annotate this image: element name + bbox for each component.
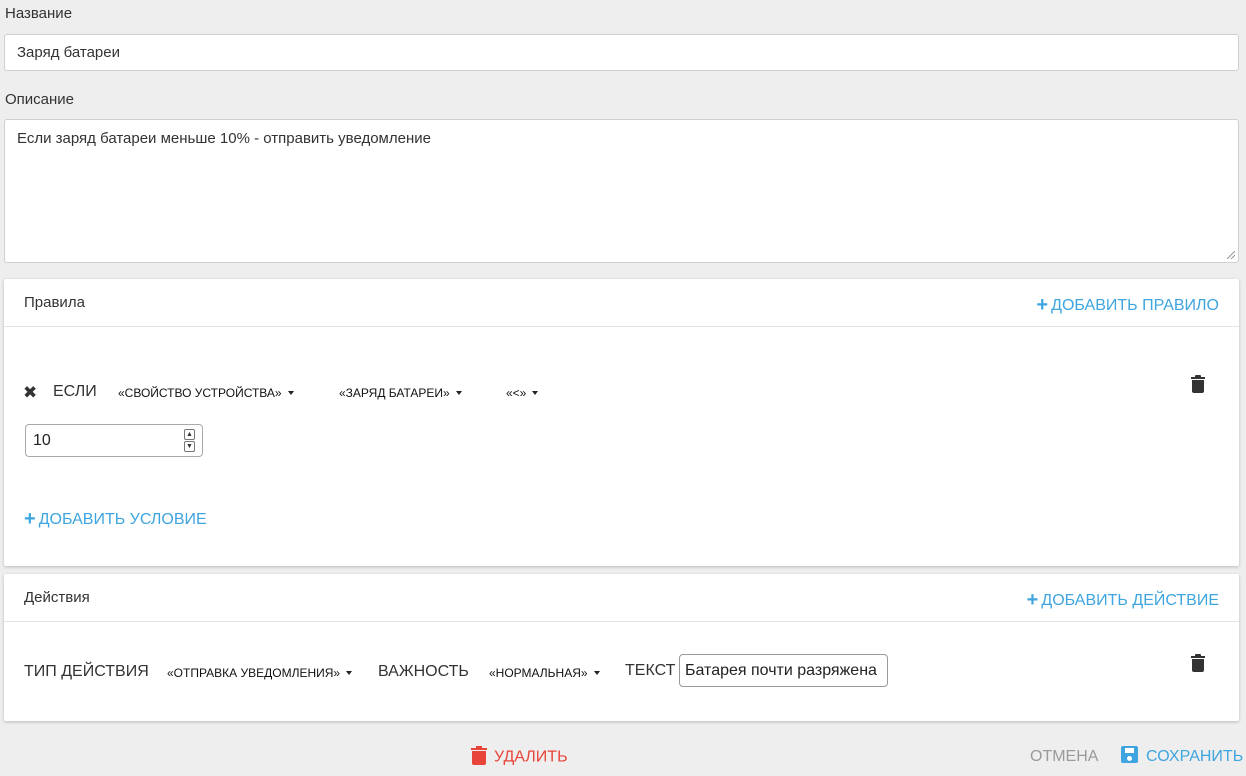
trash-icon [471,746,487,765]
add-action-label: ДОБАВИТЬ ДЕЙСТВИЕ [1041,592,1219,609]
description-textarea[interactable]: Если заряд батареи меньше 10% - отправит… [4,119,1239,263]
plus-icon: + [1036,294,1049,316]
condition-source-value: «СВОЙСТВО УСТРОЙСТВА» [118,386,282,400]
importance-label: ВАЖНОСТЬ [378,663,469,680]
condition-property-value: «ЗАРЯД БАТАРЕИ» [339,386,450,400]
condition-source-dropdown[interactable]: «СВОЙСТВО УСТРОЙСТВА» [118,386,294,400]
number-spinner[interactable]: ▲ ▼ [184,429,195,452]
save-button[interactable]: СОХРАНИТЬ [1121,746,1244,766]
notification-text-input[interactable]: Батарея почти разряжена [679,654,888,687]
condition-property-dropdown[interactable]: «ЗАРЯД БАТАРЕИ» [339,386,462,400]
resize-handle-icon[interactable] [1227,251,1235,259]
delete-action-trash-icon[interactable] [1191,654,1205,672]
rules-panel-header: Правила + ДОБАВИТЬ ПРАВИЛО [4,279,1239,327]
add-condition-label: ДОБАВИТЬ УСЛОВИЕ [38,511,207,528]
importance-dropdown[interactable]: «НОРМАЛЬНАЯ» [489,666,600,680]
add-action-button[interactable]: + ДОБАВИТЬ ДЕЙСТВИЕ [1027,588,1219,611]
if-label: ЕСЛИ [53,383,97,400]
importance-value: «НОРМАЛЬНАЯ» [489,666,588,680]
add-condition-button[interactable]: + ДОБАВИТЬ УСЛОВИЕ [24,507,207,530]
delete-label: УДАЛИТЬ [494,748,568,766]
remove-condition-close-icon[interactable]: ✖ [23,383,37,403]
actions-panel-header: Действия + ДОБАВИТЬ ДЕЙСТВИЕ [4,574,1239,622]
spin-down-icon[interactable]: ▼ [184,441,195,452]
caret-down-icon [287,390,294,395]
description-text: Если заряд батареи меньше 10% - отправит… [17,130,431,147]
cancel-button[interactable]: ОТМЕНА [1030,748,1098,766]
add-rule-label: ДОБАВИТЬ ПРАВИЛО [1051,297,1219,314]
caret-down-icon [532,390,539,395]
spin-up-icon[interactable]: ▲ [184,429,195,440]
delete-button[interactable]: УДАЛИТЬ [471,746,568,767]
text-label: ТЕКСТ [625,662,676,679]
actions-title: Действия [24,589,90,606]
description-label: Описание [5,91,75,108]
caret-down-icon [455,390,462,395]
plus-icon: + [24,508,36,530]
rules-panel: Правила + ДОБАВИТЬ ПРАВИЛО ✖ ЕСЛИ «СВОЙСТ… [4,279,1239,566]
action-type-dropdown[interactable]: «ОТПРАВКА УВЕДОМЛЕНИЯ» [167,666,353,680]
caret-down-icon [346,670,353,675]
condition-operator-dropdown[interactable]: «<» [506,386,539,400]
add-rule-button[interactable]: + ДОБАВИТЬ ПРАВИЛО [1036,293,1219,316]
condition-value: 10 [33,432,51,449]
condition-value-number-input[interactable]: 10 ▲ ▼ [25,424,203,457]
condition-operator-value: «<» [506,386,527,400]
action-type-value: «ОТПРАВКА УВЕДОМЛЕНИЯ» [167,666,341,680]
actions-panel: Действия + ДОБАВИТЬ ДЕЙСТВИЕ ТИП ДЕЙСТВИЯ… [4,574,1239,721]
delete-rule-trash-icon[interactable] [1191,375,1205,393]
caret-down-icon [593,670,600,675]
rules-title: Правила [24,294,85,311]
action-type-label: ТИП ДЕЙСТВИЯ [24,663,149,680]
plus-icon: + [1026,589,1039,611]
name-label: Название [5,5,73,22]
save-label: СОХРАНИТЬ [1146,748,1244,765]
name-input[interactable]: Заряд батареи [4,34,1239,71]
floppy-disk-icon [1121,746,1138,764]
